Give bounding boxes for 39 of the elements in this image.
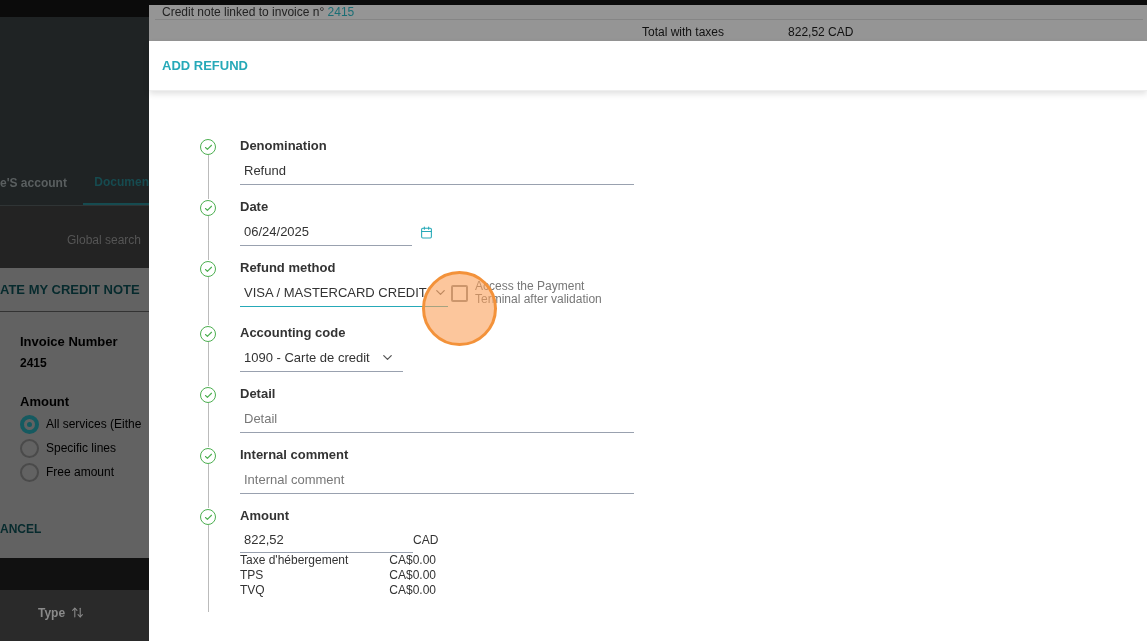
- field-label: Refund method: [240, 259, 337, 277]
- total-value: 822,52 CAD: [788, 25, 854, 39]
- text-field[interactable]: Refund: [240, 157, 634, 185]
- modal-title: ADD REFUND: [162, 56, 248, 75]
- field-label: Detail: [240, 385, 277, 403]
- radio-button[interactable]: [20, 438, 39, 458]
- panel-title: ATE MY CREDIT NOTE: [0, 280, 140, 299]
- tax-amount: CA$0.00: [389, 568, 436, 583]
- radio-label: All services (Eithe: [46, 416, 142, 433]
- select-field[interactable]: VISA / MASTERCARD CREDIT: [240, 279, 448, 307]
- field-label: Date: [240, 198, 270, 216]
- field-label: Accounting code: [240, 324, 347, 342]
- total-label: Total with taxes: [642, 25, 725, 39]
- amount-label: Amount: [20, 392, 71, 411]
- tax-amount: CA$0.00: [389, 583, 436, 598]
- sort-icon[interactable]: [71, 606, 85, 619]
- field-label: Amount: [240, 507, 291, 525]
- radio-button[interactable]: [20, 462, 39, 482]
- invoice-label: Invoice Number: [20, 333, 119, 351]
- checkbox[interactable]: [451, 284, 468, 302]
- tax-name: TPS: [240, 568, 264, 583]
- text-field[interactable]: Internal comment: [240, 466, 634, 494]
- calendar-icon[interactable]: [420, 225, 433, 239]
- text-field[interactable]: Detail: [240, 405, 634, 433]
- tax-amount: CA$0.00: [389, 553, 436, 568]
- currency-label: CAD: [413, 532, 439, 549]
- field-label: Denomination: [240, 137, 328, 155]
- invoice-number: 2415: [20, 354, 48, 372]
- radio-label: Free amount: [46, 464, 115, 481]
- credit-note-text: Credit note linked to invoice n° 2415: [162, 5, 356, 19]
- column-header[interactable]: Type: [38, 603, 66, 622]
- select-field[interactable]: 1090 - Carte de credit: [240, 344, 403, 372]
- radio-button[interactable]: [20, 414, 39, 434]
- field-label: Internal comment: [240, 446, 350, 464]
- tax-name: Taxe d'hébergement: [240, 553, 349, 568]
- radio-label: Specific lines: [46, 440, 117, 457]
- amount-field[interactable]: 822,52: [240, 527, 413, 553]
- tax-name: TVQ: [240, 583, 265, 598]
- date-field[interactable]: 06/24/2025: [240, 218, 412, 246]
